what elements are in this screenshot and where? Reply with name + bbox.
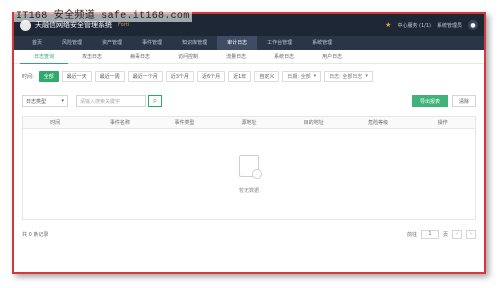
column-header: 事件类型	[174, 120, 195, 126]
total-count: 共 0 条记录	[22, 231, 49, 238]
pager: 前往 1 页 ‹ ›	[406, 229, 476, 239]
app-window: 天融信网络安全管理系统 Forti ★ 中心服务 (1/1) 系统管理员 ● 首…	[12, 12, 486, 274]
time-chip[interactable]: 近6个月	[196, 70, 226, 82]
sub-tabs: 日志查询 攻击日志 病毒日志 访问控制 流量日志 系统日志 用户日志	[14, 50, 484, 64]
search-icon: ⌕	[152, 96, 158, 105]
column-header: 操作	[437, 120, 448, 126]
time-chip[interactable]: 近1年	[228, 70, 252, 82]
filter-row: 时间: 全部 最近一天 最近一周 最近一个月 近3个月 近6个月 近1年 自定义 日期: 全部…	[14, 68, 484, 84]
sub-tab[interactable]: 日志查询	[20, 50, 69, 64]
time-chips: 全部 最近一天 最近一周 最近一个月 近3个月 近6个月 近1年 自定义	[38, 70, 280, 82]
page-suffix: 页	[442, 231, 448, 238]
sub-tab[interactable]: 攻击日志	[68, 50, 116, 64]
column-header: 事件名称	[109, 120, 130, 126]
star-icon[interactable]: ★	[385, 21, 391, 29]
sub-tab[interactable]: 用户日志	[308, 50, 356, 64]
log-select[interactable]: 日志: 全部日志 ▾	[324, 70, 373, 82]
log-table: 时间 事件名称 事件类型 源地址 目的地址 危险等级 操作 暂无数据	[22, 116, 476, 220]
nav-item[interactable]: 事件管理	[132, 36, 172, 50]
empty-text: 暂无数据	[238, 188, 259, 194]
table-header: 时间 事件名称 事件类型 源地址 目的地址 危险等级 操作	[23, 117, 475, 129]
action-buttons: 导出报表 清除	[411, 95, 476, 107]
chevron-down-icon: ▾	[61, 98, 64, 104]
empty-document-icon	[239, 155, 262, 179]
watermark-text: IT168 安全频道 safe.it168.com	[14, 6, 192, 22]
column-header: 危险等级	[368, 120, 389, 126]
sub-tab[interactable]: 病毒日志	[116, 50, 164, 64]
sub-tab[interactable]: 系统日志	[260, 50, 308, 64]
user-name[interactable]: 系统管理员	[437, 22, 462, 29]
nav-item[interactable]: 资产管理	[92, 36, 132, 50]
time-chip[interactable]: 近3个月	[165, 70, 194, 82]
status-text[interactable]: 中心服务 (1/1)	[397, 22, 431, 29]
nav-item[interactable]: 工作台管理	[257, 36, 302, 50]
empty-state: 暂无数据	[23, 155, 475, 194]
sub-tab[interactable]: 访问控制	[164, 50, 212, 64]
user-icon[interactable]: ●	[468, 20, 478, 30]
table-footer: 共 0 条记录 前往 1 页 ‹ ›	[14, 228, 484, 240]
page-label: 前往	[406, 231, 417, 238]
prev-page-icon[interactable]: ‹	[452, 229, 462, 239]
chevron-down-icon: ▾	[365, 73, 368, 79]
search-row: 日志类型 ▾ 请输入搜索关键字 ⌕ 导出报表 清除	[14, 94, 484, 108]
nav-item[interactable]: 风险管理	[52, 36, 92, 50]
next-page-icon[interactable]: ›	[466, 229, 476, 239]
reset-button[interactable]: 清除	[451, 95, 476, 107]
version-badge: Forti	[118, 22, 130, 28]
date-select[interactable]: 日期: 全部 ▾	[282, 70, 322, 82]
column-header: 时间	[50, 120, 61, 126]
top-right-area: ★ 中心服务 (1/1) 系统管理员 ●	[385, 20, 478, 30]
search-button[interactable]: ⌕	[148, 95, 162, 107]
time-chip[interactable]: 最近一个月	[127, 70, 163, 82]
nav-item[interactable]: 首页	[22, 36, 52, 50]
search-input[interactable]: 请输入搜索关键字	[76, 95, 146, 107]
column-header: 源地址	[241, 120, 257, 126]
sub-tab[interactable]: 流量日志	[212, 50, 260, 64]
time-chip[interactable]: 自定义	[254, 70, 280, 82]
export-button[interactable]: 导出报表	[411, 95, 448, 107]
time-chip[interactable]: 最近一周	[94, 70, 125, 82]
log-type-dropdown[interactable]: 日志类型 ▾	[22, 95, 68, 107]
time-chip[interactable]: 最近一天	[61, 70, 92, 82]
column-header: 目的地址	[303, 120, 324, 126]
time-chip[interactable]: 全部	[38, 70, 59, 82]
page-input[interactable]: 1	[420, 229, 439, 239]
nav-item[interactable]: 系统管理	[302, 36, 342, 50]
chevron-down-icon: ▾	[313, 73, 317, 79]
nav-item[interactable]: 知识库管理	[172, 36, 217, 50]
main-nav: 首页 风险管理 资产管理 事件管理 知识库管理 审计日志 工作台管理 系统管理	[14, 36, 484, 50]
nav-item[interactable]: 审计日志	[217, 36, 258, 50]
filter-label: 时间:	[22, 73, 34, 80]
